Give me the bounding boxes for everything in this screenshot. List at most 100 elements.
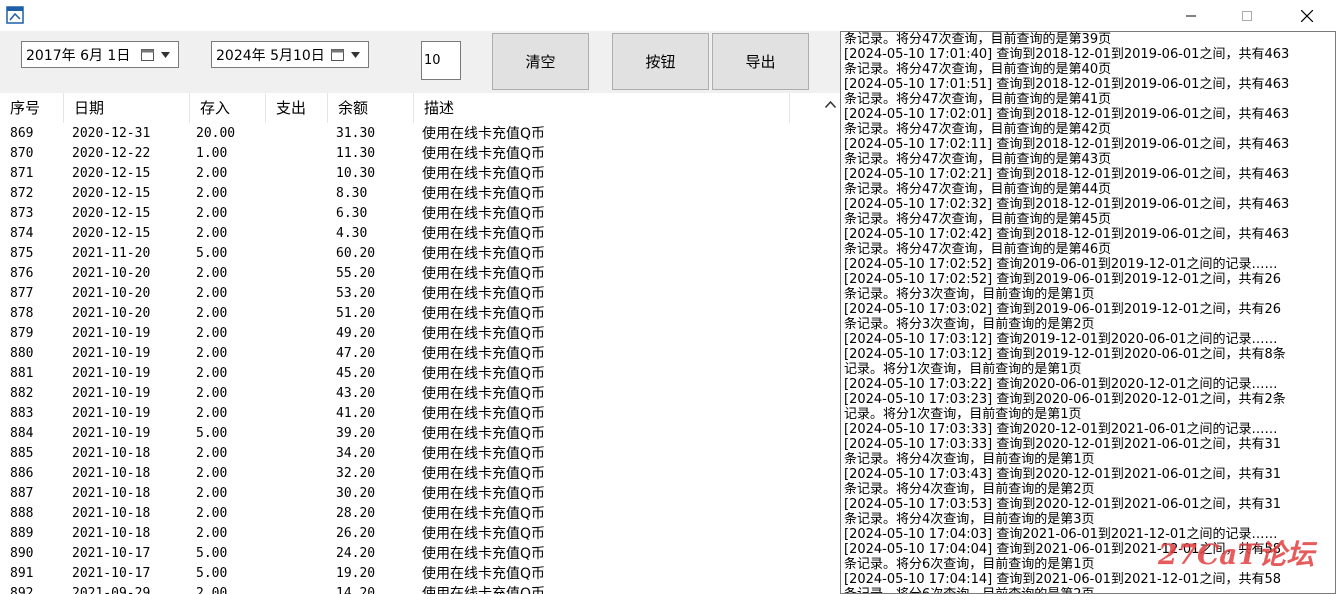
column-header-index[interactable]: 序号 bbox=[0, 93, 64, 123]
cell-deposit: 2.00 bbox=[196, 406, 228, 421]
table-row[interactable]: 880 2021-10-19 2.00 47.20 使用在线卡充值Q币 bbox=[0, 344, 820, 364]
cell-balance: 51.20 bbox=[336, 306, 376, 321]
cell-index: 870 bbox=[10, 146, 34, 161]
table-row[interactable]: 889 2021-10-18 2.00 26.20 使用在线卡充值Q币 bbox=[0, 524, 820, 544]
watermark: 27CaT论坛 bbox=[1158, 538, 1315, 571]
table-row[interactable]: 873 2020-12-15 2.00 6.30 使用在线卡充值Q币 bbox=[0, 204, 820, 224]
cell-description: 使用在线卡充值Q币 bbox=[422, 246, 546, 262]
cell-deposit: 2.00 bbox=[196, 226, 228, 241]
cell-deposit: 5.00 bbox=[196, 426, 228, 441]
table-row[interactable]: 870 2020-12-22 1.00 11.30 使用在线卡充值Q币 bbox=[0, 144, 820, 164]
log-line: 条记录。将分4次查询，目前查询的是第2页 bbox=[844, 482, 1095, 497]
cell-index: 892 bbox=[10, 586, 34, 594]
log-output[interactable]: 条记录。将分47次查询，目前查询的是第39页 [2024-05-10 17:01:… bbox=[840, 31, 1336, 594]
cell-deposit: 2.00 bbox=[196, 186, 228, 201]
table-row[interactable]: 878 2021-10-20 2.00 51.20 使用在线卡充值Q币 bbox=[0, 304, 820, 324]
cell-balance: 47.20 bbox=[336, 346, 376, 361]
table-row[interactable]: 882 2021-10-19 2.00 43.20 使用在线卡充值Q币 bbox=[0, 384, 820, 404]
clear-button[interactable]: 清空 bbox=[492, 33, 589, 90]
column-header-balance[interactable]: 余额 bbox=[328, 93, 414, 123]
table-row[interactable]: 888 2021-10-18 2.00 28.20 使用在线卡充值Q币 bbox=[0, 504, 820, 524]
export-button[interactable]: 导出 bbox=[712, 33, 809, 90]
table-row[interactable]: 872 2020-12-15 2.00 8.30 使用在线卡充值Q币 bbox=[0, 184, 820, 204]
table-row[interactable]: 879 2021-10-19 2.00 49.20 使用在线卡充值Q币 bbox=[0, 324, 820, 344]
cell-index: 871 bbox=[10, 166, 34, 181]
cell-description: 使用在线卡充值Q币 bbox=[422, 166, 546, 182]
cell-date: 2021-10-18 bbox=[72, 486, 151, 501]
close-icon bbox=[1301, 9, 1313, 22]
cell-deposit: 1.00 bbox=[196, 146, 228, 161]
cell-deposit: 2.00 bbox=[196, 206, 228, 221]
cell-deposit: 2.00 bbox=[196, 506, 228, 521]
cell-balance: 8.30 bbox=[336, 186, 368, 201]
table-header: 序号 日期 存入 支出 余额 描述 bbox=[0, 93, 820, 123]
cell-balance: 19.20 bbox=[336, 566, 376, 581]
count-input[interactable]: 10 bbox=[421, 41, 461, 80]
cell-index: 891 bbox=[10, 566, 34, 581]
log-line: [2024-05-10 17:03:43] 查询到2020-12-01到2021… bbox=[844, 467, 1281, 482]
table-row[interactable]: 885 2021-10-18 2.00 34.20 使用在线卡充值Q币 bbox=[0, 444, 820, 464]
title-bar bbox=[0, 0, 1336, 31]
cell-date: 2020-12-15 bbox=[72, 166, 151, 181]
table-row[interactable]: 891 2021-10-17 5.00 19.20 使用在线卡充值Q币 bbox=[0, 564, 820, 584]
cell-index: 886 bbox=[10, 466, 34, 481]
table-row[interactable]: 869 2020-12-31 20.00 31.30 使用在线卡充值Q币 bbox=[0, 124, 820, 144]
cell-deposit: 20.00 bbox=[196, 126, 236, 141]
column-header-description[interactable]: 描述 bbox=[414, 93, 790, 123]
log-line: 记录。将分1次查询，目前查询的是第1页 bbox=[844, 407, 1082, 422]
end-date-picker[interactable]: 2024年 5月10日 bbox=[211, 41, 369, 68]
minimize-button[interactable] bbox=[1168, 0, 1214, 31]
action-button[interactable]: 按钮 bbox=[612, 33, 709, 90]
cell-deposit: 2.00 bbox=[196, 166, 228, 181]
table-row[interactable]: 886 2021-10-18 2.00 32.20 使用在线卡充值Q币 bbox=[0, 464, 820, 484]
records-table[interactable]: 序号 日期 存入 支出 余额 描述 869 2020-12-31 20.00 31.3… bbox=[0, 93, 840, 594]
column-header-date[interactable]: 日期 bbox=[64, 93, 190, 123]
cell-description: 使用在线卡充值Q币 bbox=[422, 566, 546, 582]
cell-date: 2020-12-31 bbox=[72, 126, 151, 141]
maximize-button[interactable] bbox=[1224, 0, 1270, 31]
cell-deposit: 5.00 bbox=[196, 246, 228, 261]
cell-balance: 6.30 bbox=[336, 206, 368, 221]
table-row[interactable]: 892 2021-09-29 2.00 14.20 使用在线卡充值Q币 bbox=[0, 584, 820, 594]
cell-description: 使用在线卡充值Q币 bbox=[422, 266, 546, 282]
close-button[interactable] bbox=[1284, 0, 1330, 31]
log-line: 条记录。将分47次查询，目前查询的是第44页 bbox=[844, 182, 1112, 197]
cell-deposit: 2.00 bbox=[196, 306, 228, 321]
table-row[interactable]: 887 2021-10-18 2.00 30.20 使用在线卡充值Q币 bbox=[0, 484, 820, 504]
end-date-text: 2024年 5月10日 bbox=[216, 47, 325, 64]
cell-balance: 32.20 bbox=[336, 466, 376, 481]
cell-date: 2021-10-17 bbox=[72, 566, 151, 581]
cell-balance: 45.20 bbox=[336, 366, 376, 381]
cell-description: 使用在线卡充值Q币 bbox=[422, 206, 546, 222]
cell-index: 883 bbox=[10, 406, 34, 421]
cell-description: 使用在线卡充值Q币 bbox=[422, 546, 546, 562]
column-header-withdraw[interactable]: 支出 bbox=[266, 93, 328, 123]
column-header-deposit[interactable]: 存入 bbox=[190, 93, 266, 123]
table-body: 869 2020-12-31 20.00 31.30 使用在线卡充值Q币 870 2020-… bbox=[0, 124, 820, 594]
scroll-up-button[interactable] bbox=[820, 93, 840, 115]
start-date-picker[interactable]: 2017年 6月 1日 bbox=[21, 41, 179, 68]
cell-index: 880 bbox=[10, 346, 34, 361]
table-row[interactable]: 883 2021-10-19 2.00 41.20 使用在线卡充值Q币 bbox=[0, 404, 820, 424]
table-row[interactable]: 884 2021-10-19 5.00 39.20 使用在线卡充值Q币 bbox=[0, 424, 820, 444]
log-line: [2024-05-10 17:03:12] 查询到2019-12-01到2020… bbox=[844, 347, 1286, 362]
cell-description: 使用在线卡充值Q币 bbox=[422, 306, 546, 322]
table-row[interactable]: 876 2021-10-20 2.00 55.20 使用在线卡充值Q币 bbox=[0, 264, 820, 284]
table-row[interactable]: 877 2021-10-20 2.00 53.20 使用在线卡充值Q币 bbox=[0, 284, 820, 304]
cell-index: 873 bbox=[10, 206, 34, 221]
table-row[interactable]: 874 2020-12-15 2.00 4.30 使用在线卡充值Q币 bbox=[0, 224, 820, 244]
cell-index: 877 bbox=[10, 286, 34, 301]
cell-description: 使用在线卡充值Q币 bbox=[422, 406, 546, 422]
chevron-up-icon bbox=[824, 100, 836, 108]
log-line: 条记录。将分47次查询，目前查询的是第42页 bbox=[844, 122, 1112, 137]
log-line: [2024-05-10 17:03:23] 查询到2020-06-01到2020… bbox=[844, 392, 1286, 407]
table-row[interactable]: 871 2020-12-15 2.00 10.30 使用在线卡充值Q币 bbox=[0, 164, 820, 184]
cell-balance: 49.20 bbox=[336, 326, 376, 341]
cell-date: 2021-10-18 bbox=[72, 466, 151, 481]
export-button-label: 导出 bbox=[745, 53, 776, 71]
table-row[interactable]: 890 2021-10-17 5.00 24.20 使用在线卡充值Q币 bbox=[0, 544, 820, 564]
table-row[interactable]: 875 2021-11-20 5.00 60.20 使用在线卡充值Q币 bbox=[0, 244, 820, 264]
table-row[interactable]: 881 2021-10-19 2.00 45.20 使用在线卡充值Q币 bbox=[0, 364, 820, 384]
cell-description: 使用在线卡充值Q币 bbox=[422, 146, 546, 162]
cell-description: 使用在线卡充值Q币 bbox=[422, 446, 546, 462]
